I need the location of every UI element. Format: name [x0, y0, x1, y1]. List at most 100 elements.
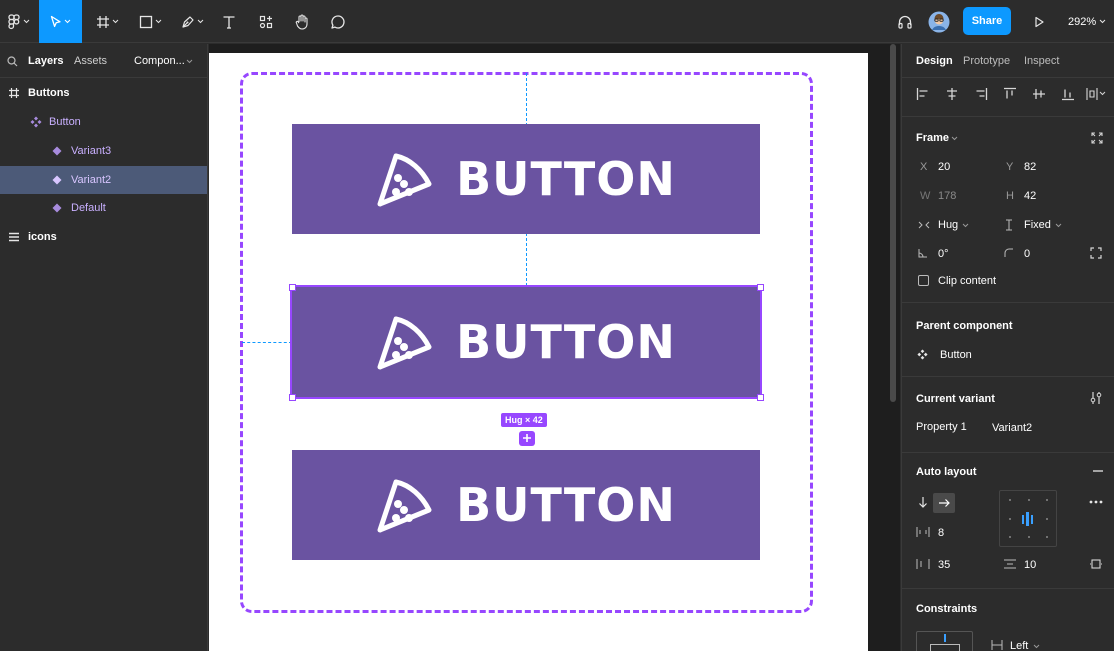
- tab-assets[interactable]: Assets: [74, 55, 107, 67]
- canvas[interactable]: BUTTON BUTTON Hug × 42 BUTTON: [209, 44, 900, 651]
- horizontal-constraint-select[interactable]: Left: [1010, 640, 1028, 651]
- vertical-padding-input[interactable]: 10: [1024, 559, 1036, 571]
- tab-layers[interactable]: Layers: [28, 55, 63, 67]
- clip-content-checkbox[interactable]: [918, 275, 929, 286]
- layer-item-buttons[interactable]: Buttons: [0, 79, 207, 107]
- pen-tool-button[interactable]: [175, 0, 209, 43]
- share-button[interactable]: Share: [963, 7, 1011, 35]
- resize-handle-bottom-right[interactable]: [757, 394, 764, 401]
- tab-prototype[interactable]: Prototype: [963, 55, 1010, 67]
- figma-logo-icon: [7, 13, 20, 29]
- move-tool-button[interactable]: [39, 0, 82, 43]
- spacing-guide-horizontal: [242, 342, 292, 343]
- chevron-down-icon[interactable]: [951, 136, 958, 141]
- align-bottom-icon[interactable]: [1060, 86, 1076, 102]
- chevron-down-icon[interactable]: [1033, 644, 1040, 649]
- align-top-icon[interactable]: [1002, 86, 1018, 102]
- layer-item-icons[interactable]: icons: [0, 223, 207, 251]
- tab-inspect[interactable]: Inspect: [1024, 55, 1059, 67]
- rectangle-icon: [139, 15, 152, 28]
- hand-tool-button[interactable]: [290, 0, 314, 43]
- search-icon[interactable]: [7, 56, 18, 67]
- layer-item-default[interactable]: Default: [0, 194, 207, 222]
- layer-label: Default: [71, 202, 106, 214]
- layer-label: icons: [28, 231, 57, 243]
- button-default[interactable]: BUTTON: [292, 450, 760, 560]
- cursor-arrow-icon: [50, 15, 61, 27]
- alignment-center-icon: [1009, 499, 1048, 538]
- clip-content-label: Clip content: [938, 275, 997, 287]
- align-left-icon[interactable]: [915, 86, 931, 102]
- canvas-frame: BUTTON BUTTON Hug × 42 BUTTON: [209, 53, 868, 651]
- corner-radius-input[interactable]: 0: [1024, 248, 1030, 260]
- resize-handle-top-left[interactable]: [289, 284, 296, 291]
- chevron-down-icon[interactable]: [962, 223, 969, 228]
- distribute-icon[interactable]: [1085, 86, 1107, 102]
- parent-component-link[interactable]: Button: [940, 349, 972, 361]
- user-avatar[interactable]: [927, 0, 951, 43]
- alignment-grid[interactable]: [999, 490, 1057, 547]
- y-input[interactable]: 82: [1024, 161, 1036, 173]
- comment-tool-button[interactable]: [326, 0, 350, 43]
- plus-icon: [523, 434, 531, 442]
- add-variant-button[interactable]: [519, 431, 535, 446]
- independent-corners-icon[interactable]: [1089, 246, 1103, 260]
- width-input[interactable]: 178: [938, 190, 956, 202]
- resize-handle-bottom-left[interactable]: [289, 394, 296, 401]
- shape-tool-button[interactable]: [133, 0, 167, 43]
- chevron-down-icon[interactable]: [186, 59, 193, 64]
- frame-tool-button[interactable]: [90, 0, 124, 43]
- page-selector[interactable]: Compon...: [134, 55, 185, 67]
- audio-button[interactable]: [893, 0, 917, 43]
- height-input[interactable]: 42: [1024, 190, 1036, 202]
- tab-design[interactable]: Design: [916, 55, 953, 67]
- divider: [902, 588, 1114, 589]
- canvas-scrollbar[interactable]: [890, 44, 896, 402]
- direction-horizontal-icon[interactable]: [933, 493, 955, 513]
- constraint-top-indicator[interactable]: [944, 634, 946, 642]
- zoom-menu[interactable]: 292%: [1068, 0, 1106, 43]
- frame-section-title[interactable]: Frame: [916, 132, 949, 144]
- horizontal-padding-input[interactable]: 35: [938, 559, 950, 571]
- individual-padding-icon[interactable]: [1089, 557, 1103, 571]
- layer-item-variant2[interactable]: Variant2: [0, 166, 207, 194]
- align-center-vertical-icon[interactable]: [1031, 86, 1047, 102]
- rotation-input[interactable]: 0°: [938, 248, 949, 260]
- parent-component-title: Parent component: [916, 320, 1013, 332]
- pizza-slice-icon: [377, 316, 432, 370]
- item-spacing-input[interactable]: 8: [938, 527, 944, 539]
- chevron-down-icon[interactable]: [1055, 223, 1062, 228]
- layers-panel-tabs: Layers Assets Compon...: [0, 44, 207, 78]
- present-button[interactable]: [1028, 0, 1050, 43]
- variant-property-select[interactable]: Variant2: [992, 422, 1032, 434]
- layer-item-button[interactable]: Button: [0, 108, 207, 136]
- text-tool-button[interactable]: [218, 0, 240, 43]
- resources-tool-button[interactable]: [254, 0, 278, 43]
- layer-item-variant3[interactable]: Variant3: [0, 137, 207, 165]
- size-badge: Hug × 42: [501, 413, 547, 427]
- button-variant3[interactable]: BUTTON: [292, 124, 760, 234]
- variant-property-label: Property 1: [916, 421, 967, 433]
- variant-settings-icon[interactable]: [1089, 390, 1103, 406]
- more-options-icon[interactable]: [1087, 495, 1105, 509]
- constraints-widget[interactable]: [916, 631, 973, 651]
- text-t-icon: [223, 15, 235, 29]
- width-mode-select[interactable]: Hug: [938, 219, 958, 231]
- divider: [902, 452, 1114, 453]
- height-mode-select[interactable]: Fixed: [1024, 219, 1051, 231]
- rotation-icon: [917, 247, 929, 259]
- resize-handle-top-right[interactable]: [757, 284, 764, 291]
- x-label: X: [920, 161, 928, 173]
- button-variant2-selected[interactable]: BUTTON: [290, 285, 762, 399]
- direction-vertical-icon[interactable]: [916, 495, 930, 509]
- layer-label: Buttons: [28, 87, 70, 99]
- resize-to-fit-icon[interactable]: [1089, 130, 1105, 146]
- vertical-padding-icon: [1003, 558, 1017, 570]
- y-label: Y: [1006, 161, 1014, 173]
- main-menu-button[interactable]: [2, 0, 34, 43]
- align-center-horizontal-icon[interactable]: [944, 86, 960, 102]
- button-label: BUTTON: [456, 152, 676, 206]
- align-right-icon[interactable]: [973, 86, 989, 102]
- x-input[interactable]: 20: [938, 161, 950, 173]
- remove-auto-layout-icon[interactable]: [1091, 465, 1105, 477]
